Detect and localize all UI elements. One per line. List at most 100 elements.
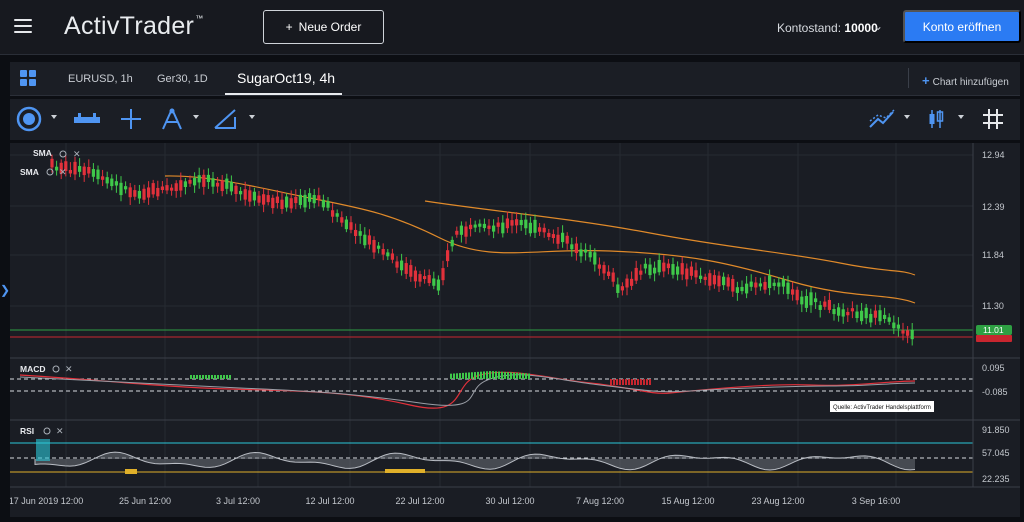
candle-body: [390, 253, 394, 260]
candle-body: [331, 210, 335, 217]
candle-body: [625, 278, 629, 288]
measure-tool-icon[interactable]: [72, 107, 102, 131]
macd-histogram-bar: [468, 372, 470, 379]
macd-histogram-bar: [453, 373, 455, 379]
candle-body: [869, 313, 873, 323]
price-chart[interactable]: 12.94 12.39 11.84 11.30 11.01 0.095 -0.0…: [9, 143, 1020, 517]
candle-body: [202, 174, 206, 187]
candle-body: [487, 225, 491, 229]
candle-body: [266, 195, 270, 203]
chart-tab-bar: EURUSD, 1h Ger30, 1D SugarOct19, 4h + Cha…: [10, 62, 1020, 96]
candle-body: [124, 186, 128, 190]
macd-axis-label: -0.085: [982, 387, 1008, 397]
chevron-down-icon[interactable]: ⌄: [873, 19, 883, 33]
close-icon: ✕: [73, 149, 81, 159]
chevron-down-icon[interactable]: [193, 115, 199, 119]
macd-histogram-bar: [205, 375, 207, 379]
candle-body: [841, 309, 845, 317]
candle-body: [823, 301, 827, 307]
candle-body: [745, 283, 749, 294]
candle-body: [197, 175, 201, 183]
macd-histogram-bar: [640, 379, 642, 385]
candle-type-icon[interactable]: [927, 107, 945, 131]
candle-body: [183, 181, 187, 188]
candle-body: [377, 245, 381, 249]
macd-histogram-bar: [637, 379, 639, 385]
macd-histogram-bar: [474, 372, 476, 379]
menu-icon[interactable]: [14, 19, 32, 33]
candle-body: [321, 199, 325, 208]
candle-body: [156, 187, 160, 197]
macd-histogram-bar: [622, 379, 624, 385]
candle-body: [873, 310, 877, 318]
candle-body: [519, 219, 523, 226]
chart-toolbar: [10, 99, 1020, 140]
candle-body: [317, 195, 321, 200]
rsi-panel: [10, 439, 973, 474]
macd-histogram-bar: [613, 379, 615, 385]
price-axis-label: 11.30: [982, 301, 1004, 311]
new-order-button[interactable]: + Neue Order: [263, 10, 384, 44]
candle-body: [547, 232, 551, 237]
candle-body: [220, 180, 224, 192]
macd-histogram-bar: [471, 372, 473, 379]
candle-body: [335, 213, 339, 217]
tab-eurusd[interactable]: EURUSD, 1h: [68, 73, 133, 85]
chevron-down-icon[interactable]: [249, 115, 255, 119]
macd-histogram-bar: [616, 379, 618, 385]
candle-body: [860, 310, 864, 322]
macd-histogram-bar: [220, 375, 222, 379]
candle-body: [234, 185, 238, 195]
macd-histogram-bar: [486, 371, 488, 379]
fibonacci-icon[interactable]: [160, 107, 184, 131]
drawing-icon[interactable]: [212, 107, 238, 131]
candle-body: [91, 169, 95, 177]
candle-body: [607, 271, 611, 276]
candle-body: [280, 199, 284, 209]
tab-ger30[interactable]: Ger30, 1D: [157, 73, 208, 85]
macd-panel: [10, 371, 973, 409]
source-label: Quelle: ActivTrader Handelsplattform: [833, 405, 931, 411]
candle-body: [620, 286, 624, 291]
add-chart-button[interactable]: + Chart hinzufügen: [922, 73, 1009, 88]
rsi-label: RSI: [20, 426, 34, 436]
candle-body: [211, 178, 215, 187]
candle-body: [740, 286, 744, 292]
candle-body: [248, 190, 252, 202]
macd-histogram-bar: [507, 372, 509, 379]
price-axis-label: 12.39: [982, 202, 1005, 212]
candle-body: [588, 251, 592, 258]
crosshair-icon[interactable]: [120, 107, 142, 131]
macd-histogram-bar: [510, 372, 512, 379]
candle-body: [515, 219, 519, 226]
chevron-right-icon[interactable]: ❯: [0, 283, 10, 297]
chevron-down-icon[interactable]: [904, 115, 910, 119]
tab-sugaroct19[interactable]: SugarOct19, 4h: [237, 70, 335, 86]
candle-body: [289, 198, 293, 209]
candle-body: [781, 279, 785, 287]
candle-body: [791, 289, 795, 295]
macd-histogram-bar: [483, 371, 485, 379]
candle-body: [533, 219, 537, 233]
candle-body: [846, 311, 850, 316]
crosshair-cursor-icon[interactable]: [16, 106, 42, 132]
macd-histogram-bar: [208, 375, 210, 379]
chart-area[interactable]: 12.94 12.39 11.84 11.30 11.01 0.095 -0.0…: [9, 143, 1020, 517]
macd-histogram-bar: [528, 373, 530, 379]
open-account-button[interactable]: Konto eröffnen: [903, 10, 1021, 43]
candle-body: [837, 307, 841, 316]
candle-body: [137, 190, 141, 199]
time-axis-label: 7 Aug 12:00: [576, 496, 624, 506]
chevron-down-icon[interactable]: [51, 115, 57, 119]
time-axis-label: 17 Jun 2019 12:00: [10, 496, 83, 506]
chevron-down-icon[interactable]: [958, 115, 964, 119]
grid-icon[interactable]: [982, 107, 1004, 131]
candle-body: [708, 273, 712, 286]
macd-histogram-bar: [202, 375, 204, 379]
account-balance[interactable]: Kontostand: 10000: [777, 21, 878, 35]
layout-grid-icon[interactable]: [20, 70, 36, 86]
candle-body: [110, 178, 114, 187]
time-axis: 17 Jun 2019 12:00 25 Jun 12:00 3 Jul 12:00…: [9, 496, 901, 506]
indicator-icon[interactable]: [868, 107, 896, 131]
candle-body: [482, 223, 486, 229]
